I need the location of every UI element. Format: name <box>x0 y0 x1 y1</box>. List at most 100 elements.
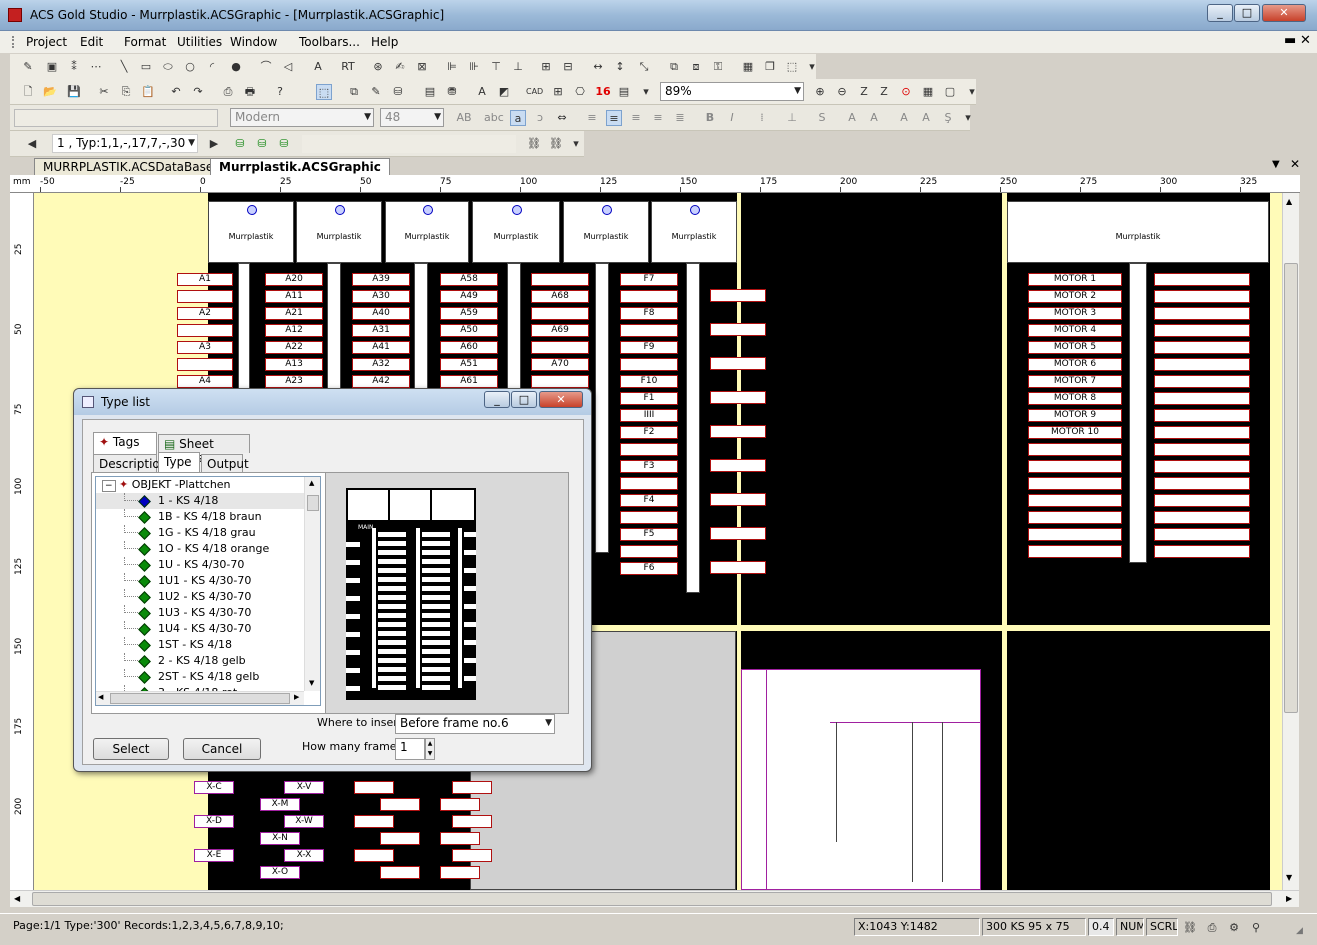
align-text-left-icon[interactable]: ≡ <box>584 110 600 126</box>
vertical-scroll-thumb[interactable] <box>1284 263 1298 713</box>
close-button[interactable]: ✕ <box>1262 4 1306 22</box>
menu-project[interactable]: Project <box>26 35 67 49</box>
vertical-text-icon[interactable]: a <box>510 110 526 126</box>
text-icon[interactable]: A <box>310 59 326 75</box>
tree-hscroll-thumb[interactable] <box>110 693 290 704</box>
tree-item[interactable]: 1B - KS 4/18 braun <box>96 509 304 525</box>
line-icon[interactable]: ╲ <box>116 59 132 75</box>
align-text-right-icon[interactable]: ≡ <box>628 110 644 126</box>
scroll-up-icon[interactable]: ▲ <box>1286 197 1292 206</box>
justify-icon[interactable]: ≡ <box>650 110 666 126</box>
tab-tags[interactable]: ✦ Tags <box>93 432 157 454</box>
db-link-icon[interactable]: ⛓ <box>526 136 542 152</box>
status-print-icon[interactable]: ⎙ <box>1204 920 1220 936</box>
text-fit-icon[interactable]: ⇔ <box>554 110 570 126</box>
tree-scroll-right-icon[interactable]: ▶ <box>294 693 299 701</box>
baseline-icon[interactable]: ⊥ <box>784 110 800 126</box>
status-db-icon[interactable]: ⛓ <box>1182 920 1198 936</box>
redo-icon[interactable]: ↷ <box>190 84 206 100</box>
vertical-scrollbar[interactable]: ▲ ▼ <box>1282 193 1299 890</box>
tree-vscrollbar[interactable]: ▲ ▼ <box>304 477 320 691</box>
tree-item[interactable]: 1U4 - KS 4/30-70 <box>96 621 304 637</box>
group-icon[interactable]: ⧉ <box>666 59 682 75</box>
pencil-icon[interactable]: ✎ <box>20 59 36 75</box>
mdi-close-icon[interactable]: ✕ <box>1300 33 1311 48</box>
dialog-maximize-button[interactable]: □ <box>511 391 537 408</box>
fill-icon[interactable]: ◩ <box>496 84 512 100</box>
ungroup-icon[interactable]: ⧈ <box>688 59 704 75</box>
menu-toolbars[interactable]: Toolbars... <box>299 35 360 49</box>
tree-item[interactable]: 1U - KS 4/30-70 <box>96 557 304 573</box>
tabs-dropdown-icon[interactable]: ▼ <box>1272 159 1280 170</box>
horizontal-scrollbar[interactable]: ◀ ▶ <box>10 890 1299 907</box>
symbol-icon[interactable]: ⊛ <box>370 59 386 75</box>
tree-item[interactable]: 1ST - KS 4/18 <box>96 637 304 653</box>
select-mode-icon[interactable]: ⬚ <box>316 84 332 100</box>
size-combo[interactable]: 48 ▼ <box>380 108 444 127</box>
red-number[interactable]: 16 <box>592 84 614 100</box>
italic-icon[interactable]: I <box>724 110 740 126</box>
grid-icon[interactable]: ▦ <box>740 59 756 75</box>
frame-icon[interactable]: ⊠ <box>414 59 430 75</box>
align-text-center-icon[interactable]: ≡ <box>606 110 622 126</box>
select-button[interactable]: Select <box>93 738 169 760</box>
tree-item[interactable]: 1G - KS 4/18 grau <box>96 525 304 541</box>
tab-description[interactable]: Description <box>93 454 167 473</box>
menu-edit[interactable]: Edit <box>80 35 103 49</box>
ellipse-icon[interactable]: ⬭ <box>160 59 176 75</box>
dialog-minimize-button[interactable]: _ <box>484 391 510 408</box>
layers-icon[interactable]: ❐ <box>762 59 778 75</box>
tree-item[interactable]: 2ST - KS 4/18 gelb <box>96 669 304 685</box>
connector-icon[interactable]: ⬚ <box>784 59 800 75</box>
next-record-icon[interactable]: ▶ <box>206 136 222 152</box>
frame-print-icon[interactable]: ▤ <box>422 84 438 100</box>
distribute-h-icon[interactable]: ⊞ <box>538 59 554 75</box>
same-width-icon[interactable]: ↔ <box>590 59 606 75</box>
tab-database[interactable]: MURRPLASTIK.ACSDataBase <box>34 158 223 175</box>
dialog-close-button[interactable]: ✕ <box>539 391 583 408</box>
db-icon[interactable]: ⛃ <box>444 84 460 100</box>
cut-icon[interactable]: ✂ <box>96 84 112 100</box>
toolbar2-overflow-icon[interactable]: ▾ <box>964 84 980 100</box>
dots-text-icon[interactable]: ⁞ <box>754 110 770 126</box>
same-size-icon[interactable]: ⤡ <box>636 59 652 75</box>
tab-sheet-labels[interactable]: ▤ Sheet Labels <box>158 434 250 465</box>
signature-icon[interactable]: ✍ <box>392 59 408 75</box>
tree-item[interactable]: 1O - KS 4/18 orange <box>96 541 304 557</box>
font-effect-icon[interactable]: Ş <box>940 110 956 126</box>
status-tool-icon[interactable]: ⚙ <box>1226 920 1242 936</box>
zoom-in-icon[interactable]: ⊕ <box>812 84 828 100</box>
text-tool-icon[interactable]: A <box>474 84 490 100</box>
distribute-v-icon[interactable]: ⊟ <box>560 59 576 75</box>
tree-item[interactable]: 2 - KS 4/18 gelb <box>96 653 304 669</box>
dots-icon[interactable]: ⋯ <box>88 59 104 75</box>
bring-front-icon[interactable]: ⧉ <box>346 84 362 100</box>
minimize-button[interactable]: _ <box>1207 4 1233 22</box>
print-preview-icon[interactable]: 🖶 <box>242 84 258 100</box>
menu-utilities[interactable]: Utilities <box>177 35 222 49</box>
dropdown-small-icon[interactable]: ▾ <box>638 84 654 100</box>
font-grow-icon[interactable]: A <box>844 110 860 126</box>
barcode-icon[interactable]: ⁑ <box>66 59 82 75</box>
toolbar-overflow-icon[interactable]: ▾ <box>804 59 820 75</box>
help-pointer-icon[interactable]: ? <box>272 84 288 100</box>
tree-item[interactable]: 1U2 - KS 4/30-70 <box>96 589 304 605</box>
collapse-icon[interactable]: − <box>102 480 116 492</box>
tree-scroll-thumb[interactable] <box>307 495 319 511</box>
lock-icon[interactable]: ⚿ <box>710 59 726 75</box>
camera-icon[interactable]: ⎔ <box>572 84 588 100</box>
zoom-minus-icon[interactable]: Z <box>876 84 892 100</box>
paint-icon[interactable]: ⛁ <box>390 84 406 100</box>
cad-icon[interactable]: CAD <box>526 84 543 100</box>
arc-icon[interactable]: ◜ <box>204 59 220 75</box>
record-combo[interactable]: 1 , Typ:1,1,-,17,7,-,30 ▼ <box>52 134 198 153</box>
tab-graphic[interactable]: Murrplastik.ACSGraphic <box>210 158 390 175</box>
horizontal-scroll-thumb[interactable] <box>32 892 1272 906</box>
db-green-icon-1[interactable]: ⛁ <box>232 136 248 152</box>
scroll-left-icon[interactable]: ◀ <box>14 894 20 903</box>
save-icon[interactable]: 💾 <box>66 84 82 100</box>
how-many-spinner[interactable]: ▲ ▼ <box>425 738 435 760</box>
where-combo[interactable]: Before frame no.6 ▼ <box>395 714 555 734</box>
print-icon[interactable]: ⎙ <box>220 84 236 100</box>
font-a-icon[interactable]: A <box>896 110 912 126</box>
